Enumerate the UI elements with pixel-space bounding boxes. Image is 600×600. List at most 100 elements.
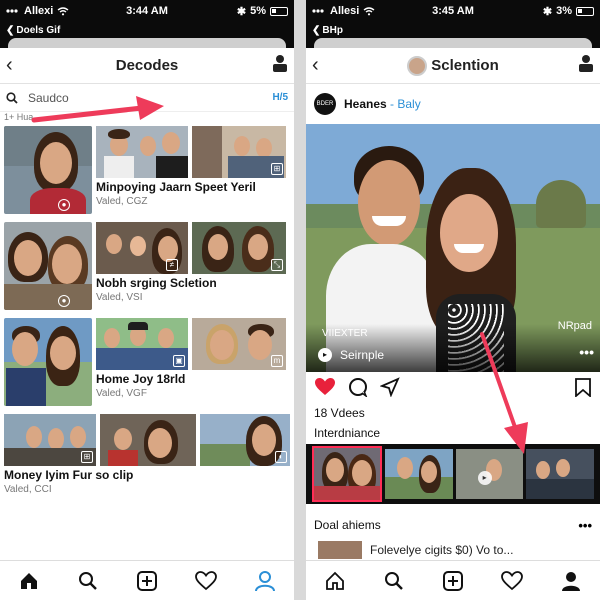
filmstrip-frame[interactable]: [385, 449, 453, 499]
tab-search[interactable]: [73, 566, 103, 596]
album-row[interactable]: ● ≠ ⤡ Nobh srging Scletion Valed, VSI: [4, 222, 290, 312]
back-to-app[interactable]: ❮ BHp: [306, 22, 600, 38]
tab-activity[interactable]: [497, 566, 527, 596]
album-item[interactable]: ⊞ ◐ Money Iyim Fur so clip Valed, CCI: [4, 414, 290, 524]
back-to-app[interactable]: ❮ Doels Gif: [0, 22, 294, 38]
tab-profile[interactable]: [250, 566, 280, 596]
page-title: Sclention: [306, 55, 600, 76]
back-app-label: BHp: [322, 24, 343, 36]
bluetooth-icon: ✱: [236, 5, 247, 18]
add-icon: [442, 570, 463, 591]
album-thumb: ⊞: [4, 414, 96, 466]
section-title: Interdniance: [314, 426, 381, 440]
add-icon: [136, 570, 157, 591]
tab-bar: [306, 560, 600, 600]
more-icon[interactable]: •••: [579, 344, 594, 360]
post-header[interactable]: BDER Heanes - Baly: [306, 84, 600, 124]
album-cover-photo[interactable]: [4, 318, 92, 406]
album-thumb: [96, 126, 188, 178]
album-title: Money Iyim Fur so clip: [4, 468, 134, 482]
like-button[interactable]: [314, 377, 336, 402]
share-button[interactable]: [379, 376, 400, 402]
search-icon: [385, 571, 404, 590]
post-actions: [306, 372, 600, 406]
left-phone-screen: Allexi 3:44 AM ✱ 5% ❮ Doels Gif ‹ Decode…: [0, 0, 294, 600]
tab-home[interactable]: [320, 566, 350, 596]
battery-percent: 5%: [250, 5, 266, 17]
caption-thumb: [318, 541, 362, 559]
tab-add[interactable]: [438, 566, 468, 596]
search-icon: [6, 91, 18, 104]
tab-search[interactable]: [379, 566, 409, 596]
album-item[interactable]: ≠ ⤡ Nobh srging Scletion Valed, VSI: [96, 222, 290, 310]
tab-bar: [0, 560, 294, 600]
bookmark-icon: [575, 377, 591, 398]
account-logo[interactable]: BDER: [314, 93, 336, 115]
caption-text: Folevelye cigits $0) Vo to...: [370, 543, 514, 557]
user-icon: [273, 55, 287, 72]
back-button[interactable]: ‹: [6, 54, 26, 77]
album-item[interactable]: ⊞ Minpoying Jaarn Speet Yeril Valed, CGZ: [96, 126, 290, 214]
tab-add[interactable]: [132, 566, 162, 596]
album-badge-icon: m: [271, 355, 283, 367]
video-filmstrip: ▸: [306, 444, 600, 504]
play-icon[interactable]: ▸: [318, 348, 332, 362]
album-thumb: ▣: [96, 318, 188, 370]
save-button[interactable]: [574, 377, 592, 402]
back-app-label: Doels Gif: [16, 24, 61, 36]
back-button[interactable]: ‹: [312, 54, 332, 77]
album-thumb: m: [192, 318, 286, 370]
search-bar[interactable]: Saudco H/5: [0, 84, 294, 112]
heart-icon: [500, 570, 523, 590]
album-grid: ● ⊞ Minpoying Jaarn Speet Yeril Valed, C…: [0, 122, 294, 524]
sheet-edge: [306, 38, 600, 48]
search-input[interactable]: Saudco: [28, 91, 262, 105]
album-badge-icon: ◐: [275, 451, 287, 463]
bluetooth-icon: ✱: [542, 5, 553, 18]
album-badge-icon: ⊞: [271, 163, 283, 175]
filmstrip-frame[interactable]: ▸: [455, 449, 524, 499]
album-row[interactable]: ▣ m Home Joy 18rld Valed, VGF: [4, 318, 290, 408]
section-header: Doal ahiems •••: [306, 504, 600, 536]
tab-activity[interactable]: [191, 566, 221, 596]
comment-button[interactable]: [348, 377, 368, 402]
filmstrip-frame-selected[interactable]: [312, 446, 382, 502]
tab-home[interactable]: [14, 566, 44, 596]
nav-bar: ‹ Decodes: [0, 48, 294, 84]
play-icon: ●: [58, 295, 70, 307]
more-icon[interactable]: •••: [578, 518, 592, 533]
album-thumb: ≠: [96, 222, 188, 274]
album-subtitle: Valed, CGZ: [96, 196, 148, 207]
album-item[interactable]: ▣ m Home Joy 18rld Valed, VGF: [96, 318, 290, 406]
user-icon: [579, 55, 593, 72]
album-row[interactable]: ⊞ ◐ Money Iyim Fur so clip Valed, CCI: [4, 414, 290, 524]
account-button[interactable]: [578, 54, 594, 77]
section-tag: 1+ Hua: [4, 112, 34, 122]
wifi-icon: [57, 6, 69, 15]
tab-profile[interactable]: [556, 566, 586, 596]
album-thumb: ◐: [200, 414, 290, 466]
overlay-label: VIIEXTER: [322, 328, 368, 339]
filmstrip-frame[interactable]: [526, 449, 595, 499]
send-icon: [379, 376, 400, 398]
account-name[interactable]: Heanes - Baly: [344, 97, 421, 111]
status-bar: Allexi 3:44 AM ✱ 5%: [0, 0, 294, 22]
signal-icon: [6, 9, 18, 13]
account-button[interactable]: [272, 54, 288, 77]
sheet-edge: [0, 38, 294, 48]
caption-item[interactable]: Folevelye cigits $0) Vo to...: [306, 536, 600, 560]
right-phone-screen: Allesi 3:45 AM ✱ 3% ❮ BHp ‹ Sclention BD…: [306, 0, 600, 600]
likes-count: 18 Vdees: [314, 406, 365, 420]
album-row[interactable]: ● ⊞ Minpoying Jaarn Speet Yeril Valed, C…: [4, 126, 290, 216]
avatar: [407, 55, 428, 76]
status-bar: Allesi 3:45 AM ✱ 3%: [306, 0, 600, 22]
overlay-badge: NRpad: [557, 320, 592, 332]
nav-bar: ‹ Sclention: [306, 48, 600, 84]
overlay-subtitle: Seirnple: [340, 348, 385, 362]
battery-percent: 3%: [556, 5, 572, 17]
post-photo[interactable]: VIIEXTER ▸ Seirnple NRpad •••: [306, 124, 600, 372]
account-name-text: Heanes: [344, 97, 387, 111]
album-cover-photo[interactable]: ●: [4, 126, 92, 214]
album-cover-photo[interactable]: ●: [4, 222, 92, 310]
page-title: Decodes: [115, 57, 179, 74]
